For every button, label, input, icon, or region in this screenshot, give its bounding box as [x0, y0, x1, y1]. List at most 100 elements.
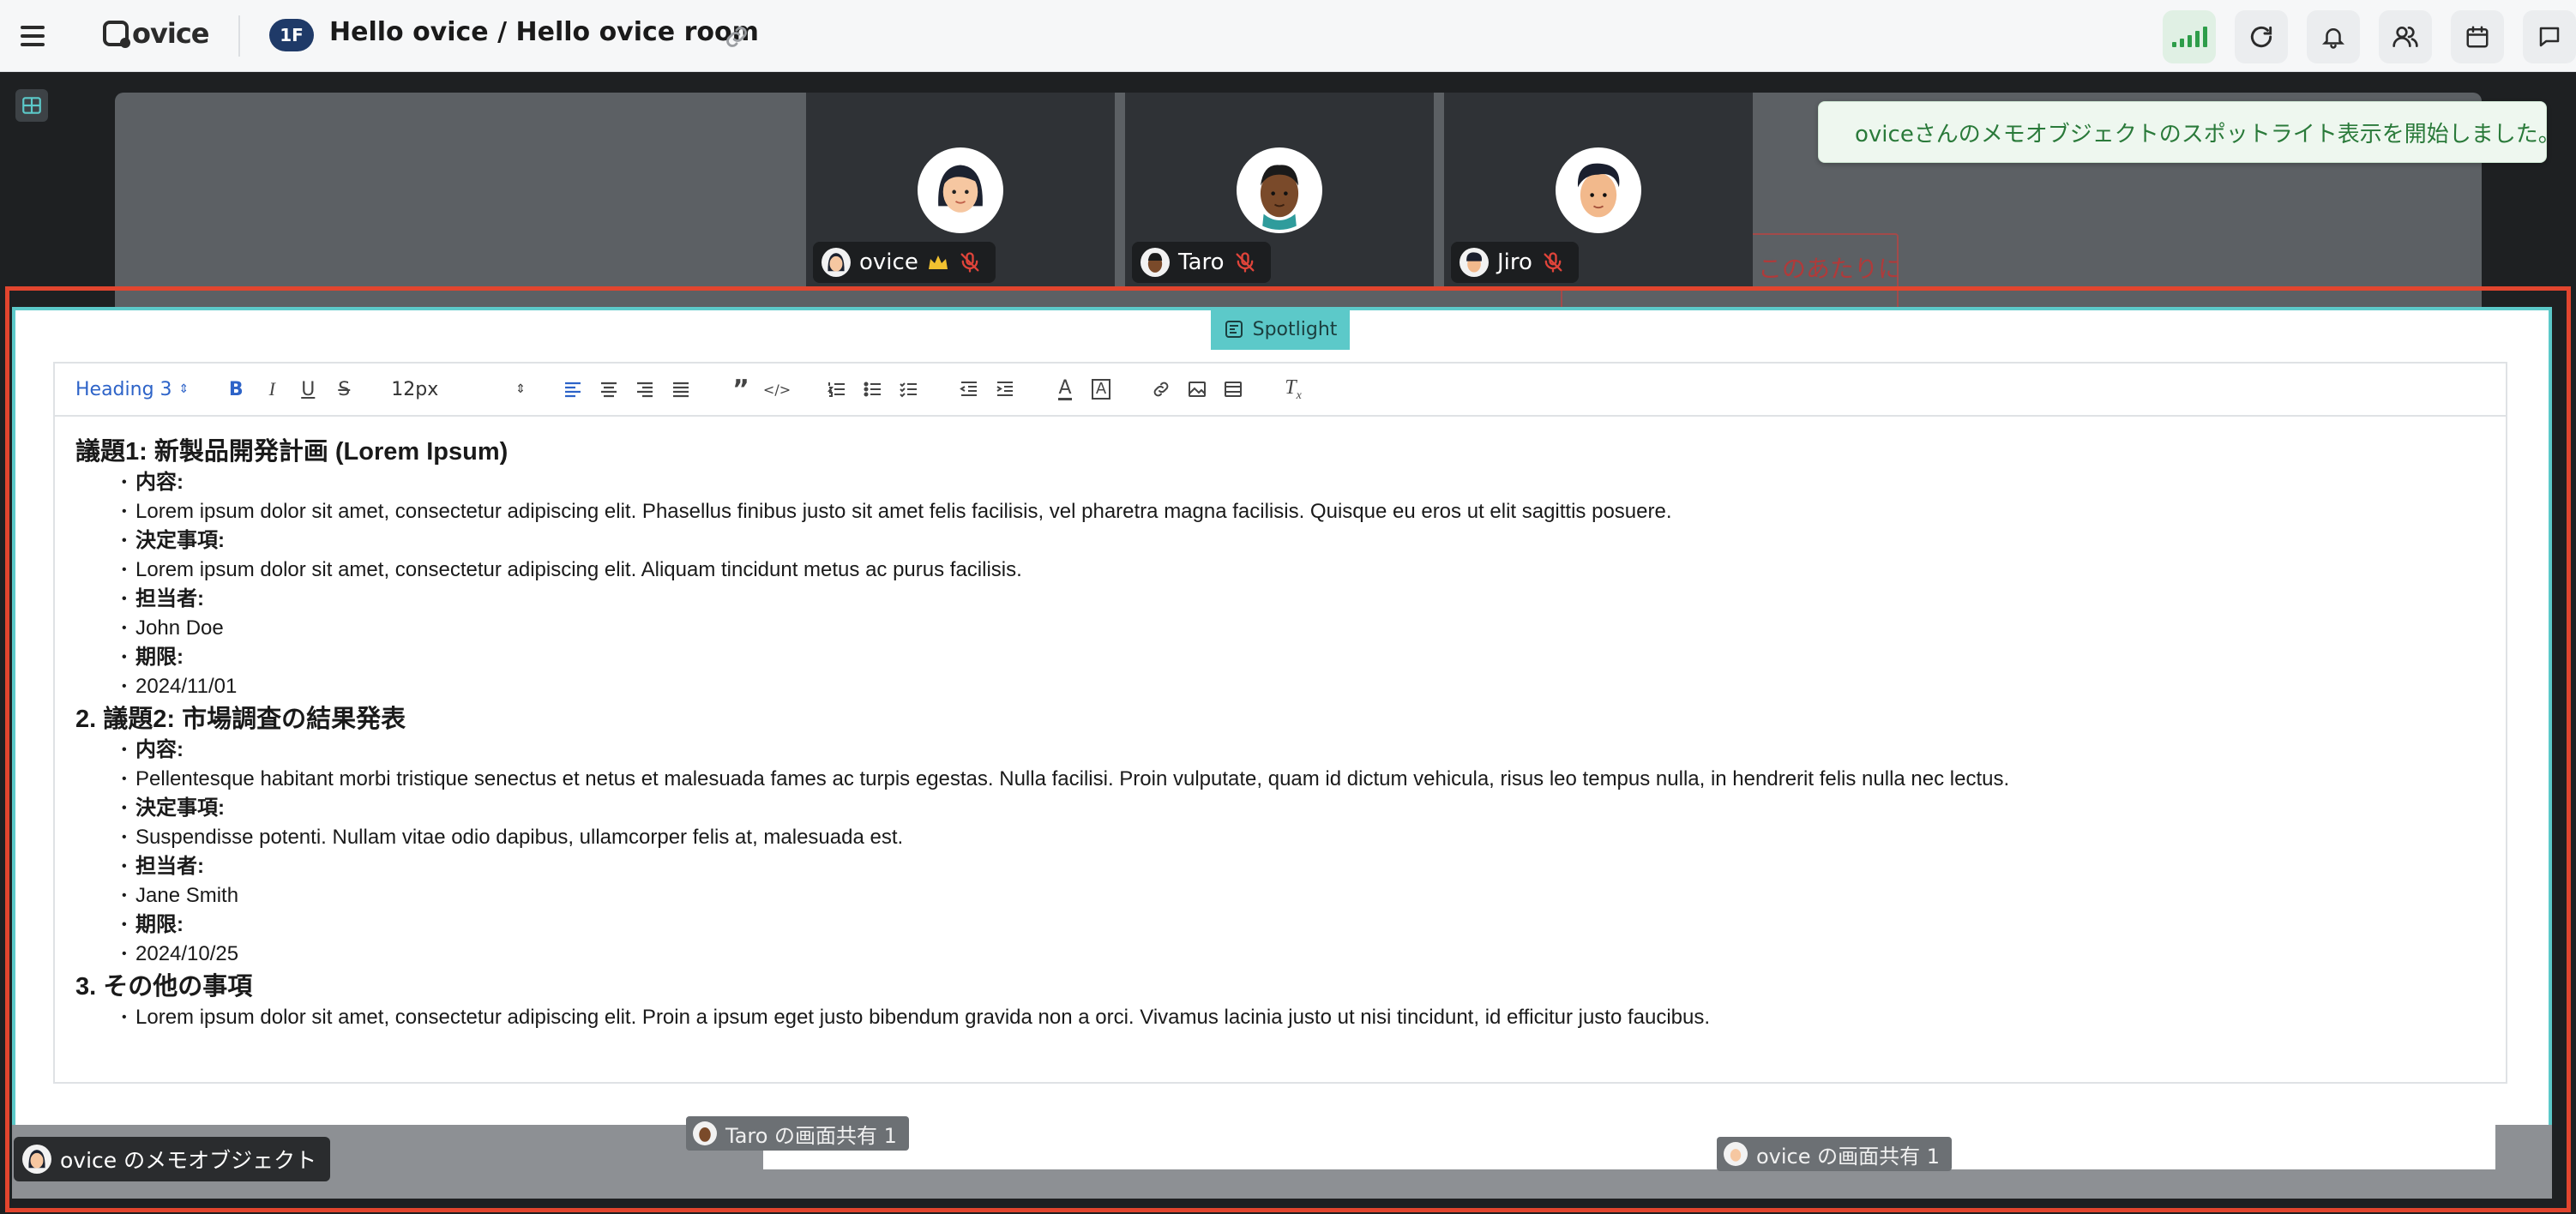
editor-toolbar: Heading 3 ⇕ B I U S 12px ⇕ ” </> A A Tx [55, 364, 2506, 417]
participant-name-pill: Jiro [1451, 242, 1579, 283]
bullet-list-button[interactable] [860, 376, 886, 402]
text-color-button[interactable]: A [1052, 376, 1078, 402]
avatar [1460, 248, 1489, 277]
taro-screen-share-label[interactable]: Taro の画面共有 1 [686, 1116, 909, 1151]
blockquote-button[interactable]: ” [728, 374, 754, 405]
signal-icon [2171, 27, 2207, 47]
crown-icon [928, 255, 948, 269]
avatar [822, 248, 851, 277]
indent-button[interactable] [992, 376, 1018, 402]
section-title: 議題1: 新製品開発計画 (Lorem Ipsum) [75, 438, 509, 466]
list-item: 2024/11/01 [75, 672, 2485, 701]
ovice-logo[interactable]: ovice [103, 17, 209, 50]
participant-name: Taro [1178, 249, 1225, 275]
align-right-button[interactable] [632, 376, 658, 402]
avatar [22, 1145, 51, 1174]
quote-icon: ” [732, 374, 749, 405]
toast-message: oviceさんのメモオブジェクトのスポットライト表示を開始しました。 [1855, 121, 2561, 147]
participant-name-pill: ovice [813, 242, 996, 283]
refresh-icon [2250, 26, 2272, 48]
layout-toggle-button[interactable] [15, 89, 48, 122]
header-actions [2163, 10, 2576, 63]
floor-badge[interactable]: 1F [269, 19, 314, 51]
align-center-button[interactable] [596, 376, 622, 402]
memo-content[interactable]: 議題1: 新製品開発計画 (Lorem Ipsum) 内容: Lorem ips… [55, 417, 2506, 1049]
memo-editor[interactable]: Heading 3 ⇕ B I U S 12px ⇕ ” </> A A Tx … [53, 362, 2507, 1084]
clear-format-icon: Tx [1285, 376, 1302, 402]
participant-avatar [1237, 147, 1322, 233]
list-item: 期限: [75, 910, 2485, 940]
align-right-icon [637, 382, 653, 398]
strikethrough-button[interactable]: S [331, 376, 357, 402]
participant-tile-taro[interactable]: Taro [1125, 93, 1434, 286]
avatar [693, 1121, 717, 1145]
list-item: Jane Smith [75, 881, 2485, 910]
insert-link-button[interactable] [1148, 376, 1174, 402]
list-item: 決定事項: [75, 526, 2485, 556]
refresh-button[interactable] [2235, 10, 2288, 63]
clear-format-button[interactable]: Tx [1280, 376, 1306, 402]
calendar-icon [2466, 26, 2489, 48]
align-center-icon [601, 382, 617, 398]
people-icon [2392, 27, 2418, 47]
video-icon [1225, 382, 1242, 397]
code-icon: </> [762, 381, 791, 398]
bell-icon [2321, 28, 2345, 49]
ovice-screen-share-label[interactable]: ovice の画面共有 1 [1717, 1137, 1953, 1171]
checklist-button[interactable] [896, 376, 922, 402]
participant-avatar [918, 147, 1003, 233]
select-arrows-icon: ⇕ [515, 382, 526, 396]
indent-icon [996, 382, 1013, 396]
ordered-list-icon [828, 382, 845, 397]
outdent-icon [960, 382, 977, 396]
bullet-list-icon [864, 382, 881, 397]
participant-tile-ovice[interactable]: ovice [806, 93, 1115, 286]
list-item: 期限: [75, 643, 2485, 672]
spotlight-icon [1225, 321, 1243, 338]
members-button[interactable] [2379, 10, 2432, 63]
align-justify-button[interactable] [668, 376, 694, 402]
bold-button[interactable]: B [223, 376, 249, 402]
notification-button[interactable] [2307, 10, 2360, 63]
grid-layout-icon [22, 97, 41, 114]
chat-button[interactable] [2523, 10, 2576, 63]
avatar [1141, 248, 1170, 277]
align-left-icon [565, 382, 581, 398]
font-size-select[interactable]: 12px ⇕ [391, 379, 526, 400]
list-item: Lorem ipsum dolor sit amet, consectetur … [75, 497, 2485, 526]
list-item: Pellentesque habitant morbi tristique se… [75, 765, 2485, 794]
list-item: 担当者: [75, 585, 2485, 614]
outdent-button[interactable] [956, 376, 982, 402]
image-icon [1189, 382, 1206, 397]
underline-button[interactable]: U [295, 376, 321, 402]
list-item: Lorem ipsum dolor sit amet, consectetur … [75, 1003, 2485, 1032]
code-button[interactable]: </> [762, 376, 791, 402]
text-color-icon: A [1058, 376, 1072, 400]
participant-tile-jiro[interactable]: Jiro [1444, 93, 1753, 286]
heading-select[interactable]: Heading 3 ⇕ [75, 379, 189, 400]
mic-off-icon [1236, 252, 1255, 273]
connection-status-button[interactable] [2163, 10, 2216, 63]
highlight-color-button[interactable]: A [1088, 376, 1114, 402]
participant-name-pill: Taro [1132, 242, 1271, 283]
insert-video-button[interactable] [1220, 376, 1246, 402]
avatar [1724, 1142, 1748, 1166]
list-item: Lorem ipsum dolor sit amet, consectetur … [75, 556, 2485, 585]
list-item: 決定事項: [75, 794, 2485, 823]
background-object [763, 1125, 2495, 1169]
header-divider [238, 15, 240, 57]
link-icon[interactable] [722, 22, 751, 51]
italic-button[interactable]: I [259, 376, 285, 402]
ordered-list-button[interactable] [824, 376, 850, 402]
list-item: John Doe [75, 614, 2485, 643]
menu-button[interactable] [15, 19, 50, 53]
participant-name: ovice [859, 249, 918, 275]
align-left-button[interactable] [560, 376, 586, 402]
memo-object-label[interactable]: ovice のメモオブジェクト [14, 1137, 331, 1181]
list-item: Suspendisse potenti. Nullam vitae odio d… [75, 823, 2485, 852]
insert-image-button[interactable] [1184, 376, 1210, 402]
select-arrows-icon: ⇕ [178, 382, 190, 396]
list-item: 2024/10/25 [75, 940, 2485, 969]
calendar-button[interactable] [2451, 10, 2504, 63]
room-title: Hello ovice / Hello ovice room [329, 17, 759, 47]
